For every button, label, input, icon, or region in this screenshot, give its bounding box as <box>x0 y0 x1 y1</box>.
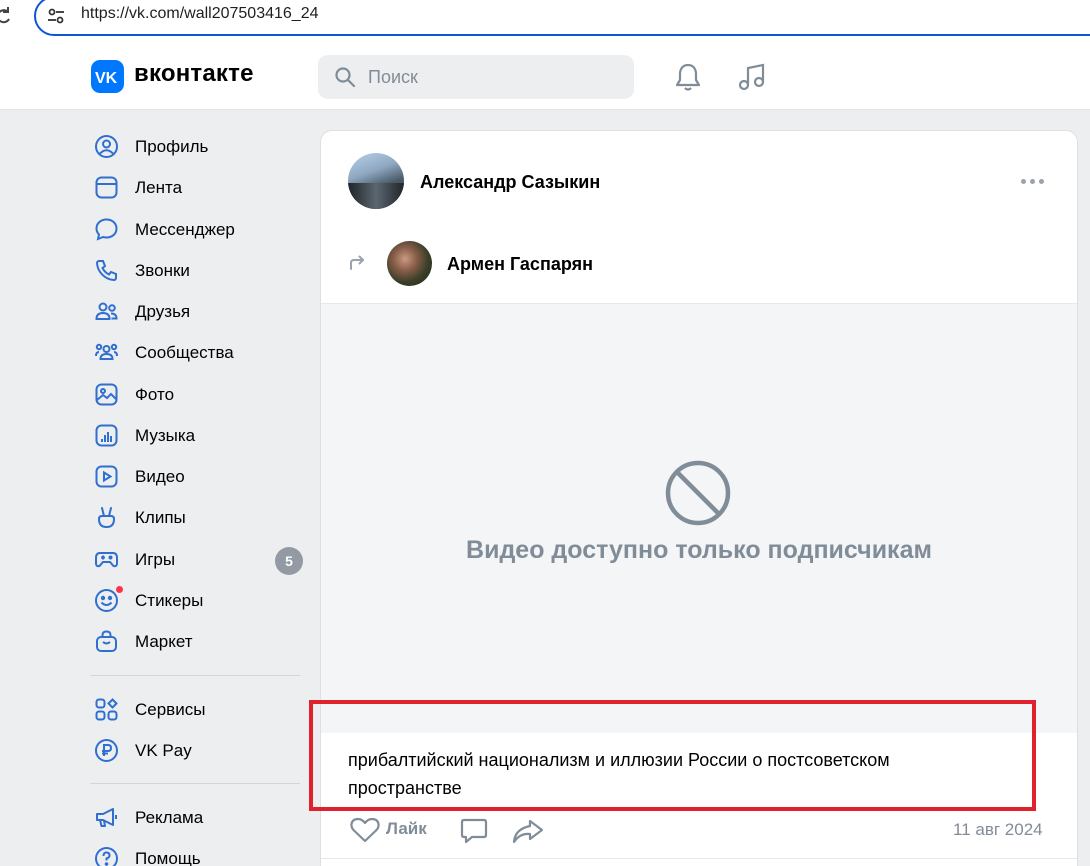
sidebar-item-label: Профиль <box>135 137 209 156</box>
sidebar-item-photo[interactable]: Фото <box>90 376 310 412</box>
repost-source-name[interactable]: Армен Гаспарян <box>447 254 593 275</box>
profile-icon <box>95 135 118 158</box>
sidebar-item-label: Звонки <box>135 261 190 280</box>
clips-icon <box>97 507 116 529</box>
video-restricted-message: Видео доступно только подписчикам <box>466 536 932 564</box>
sidebar-item-label: Помощь <box>135 849 201 866</box>
sidebar-item-label: Музыка <box>135 426 196 445</box>
sidebar-item-friends[interactable]: Друзья <box>90 293 310 329</box>
sidebar-item-label: Друзья <box>135 302 191 321</box>
vk-logo-text[interactable]: вконтакте <box>134 60 254 88</box>
sidebar-item-label: Клипы <box>135 508 186 527</box>
post-divider <box>321 858 1077 859</box>
video-placeholder[interactable]: Видео доступно только подписчикам <box>321 303 1077 733</box>
sidebar-item-market[interactable]: Маркет <box>90 623 310 659</box>
sidebar-item-communities[interactable]: Сообщества <box>90 334 310 370</box>
photo-icon <box>95 383 118 406</box>
sidebar-item-label: Реклама <box>135 808 204 827</box>
share-icon[interactable] <box>512 817 544 845</box>
video-icon <box>95 465 118 488</box>
search-placeholder[interactable]: Поиск <box>368 67 418 88</box>
comment-icon[interactable] <box>460 817 488 845</box>
sidebar-item-video[interactable]: Видео <box>90 458 310 494</box>
music-icon <box>95 424 118 447</box>
sidebar-item-label: Сообщества <box>135 343 234 362</box>
sidebar-item-music[interactable]: Музыка <box>90 417 310 453</box>
services-icon <box>95 698 118 721</box>
communities-icon <box>95 343 118 360</box>
help-icon <box>95 847 118 866</box>
new-indicator-dot <box>115 585 124 594</box>
sidebar-item-label: Игры <box>135 550 176 569</box>
sidebar-item-stickers[interactable]: Стикеры <box>90 582 310 618</box>
author-avatar[interactable] <box>348 153 404 209</box>
ads-icon <box>96 808 117 827</box>
post-date[interactable]: 11 авг 2024 <box>953 820 1043 840</box>
sidebar-item-label: Фото <box>135 385 175 404</box>
like-heart-icon[interactable] <box>350 817 380 843</box>
sidebar-divider <box>90 783 300 784</box>
games-icon <box>95 552 118 568</box>
friends-icon <box>95 302 118 320</box>
sidebar-item-help[interactable]: Помощь <box>90 840 310 866</box>
sidebar-item-messenger[interactable]: Мессенджер <box>90 211 310 247</box>
sidebar-divider <box>90 675 300 676</box>
sidebar-item-vk-pay[interactable]: VK Pay <box>90 732 310 768</box>
svg-text:VK: VK <box>95 70 118 87</box>
more-options-icon[interactable] <box>1021 179 1045 185</box>
post-author-name[interactable]: Александр Сазыкин <box>420 172 600 193</box>
vkpay-icon <box>95 739 118 762</box>
market-icon <box>96 630 117 652</box>
annotation-highlight-box <box>309 700 1036 811</box>
url-text[interactable]: https://vk.com/wall207503416_24 <box>81 5 318 23</box>
repost-arrow-icon <box>350 255 364 270</box>
music-player-icon[interactable] <box>737 62 767 92</box>
search-icon <box>335 67 356 88</box>
phone-icon <box>95 260 117 282</box>
games-count-badge: 5 <box>275 547 303 575</box>
site-info-icon[interactable] <box>46 6 66 26</box>
sidebar-item-ads[interactable]: Реклама <box>90 799 310 835</box>
sidebar-item-calls[interactable]: Звонки <box>90 252 310 288</box>
sidebar-item-label: Сервисы <box>135 700 206 719</box>
sidebar-item-games[interactable]: Игры 5 <box>90 541 310 577</box>
sidebar-item-feed[interactable]: Лента <box>90 169 310 205</box>
sidebar-item-profile[interactable]: Профиль <box>90 128 310 164</box>
feed-icon <box>95 176 118 199</box>
search-input[interactable] <box>318 55 634 99</box>
like-label[interactable]: Лайк <box>386 819 427 839</box>
browser-toolbar: https://vk.com/wall207503416_24 <box>0 0 1090 42</box>
vk-logo-icon[interactable]: VK <box>91 60 124 93</box>
sidebar-item-services[interactable]: Сервисы <box>90 691 310 727</box>
sidebar-item-clips[interactable]: Клипы <box>90 499 310 535</box>
blocked-icon <box>665 460 731 526</box>
sidebar-item-label: Стикеры <box>135 591 204 610</box>
notifications-bell-icon[interactable] <box>674 62 702 92</box>
sidebar-item-label: Маркет <box>135 632 193 651</box>
sidebar-item-label: VK Pay <box>135 741 192 760</box>
reload-icon[interactable] <box>0 6 12 26</box>
sidebar-item-label: Лента <box>135 178 183 197</box>
sidebar-item-label: Мессенджер <box>135 220 235 239</box>
repost-source-avatar[interactable] <box>387 241 432 286</box>
sidebar-item-label: Видео <box>135 467 185 486</box>
messenger-icon <box>95 218 118 241</box>
